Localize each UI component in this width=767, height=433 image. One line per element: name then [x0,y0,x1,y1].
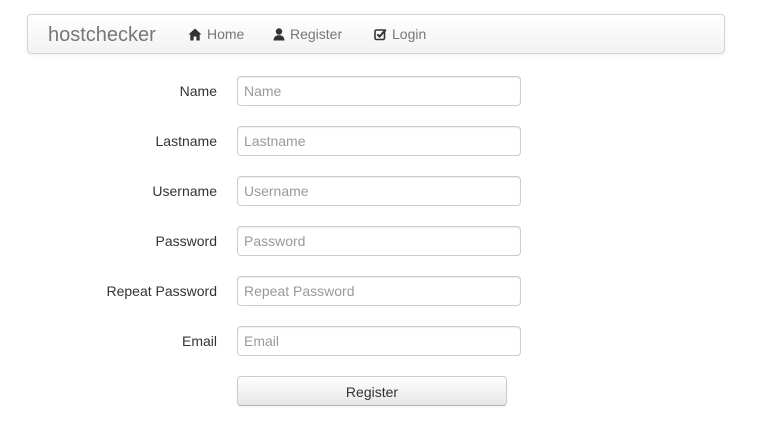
repeat-password-label: Repeat Password [106,283,217,299]
navbar: hostchecker Home Register Login [27,14,725,54]
repeat-password-input[interactable] [237,276,521,306]
username-input[interactable] [237,176,521,206]
check-icon [374,28,392,41]
form-row-repeat-password: Repeat Password [0,276,767,306]
lastname-label: Lastname [155,133,217,149]
nav-home-link[interactable]: Home [188,15,244,53]
nav-register-label: Register [290,26,343,42]
email-label: Email [181,333,217,349]
lastname-input[interactable] [237,126,521,156]
form-row-name: Name [0,76,767,106]
nav-register-link[interactable]: Register [273,15,342,53]
name-input[interactable] [237,76,521,106]
home-icon [188,28,207,41]
form-row-email: Email [0,326,767,356]
form-row-password: Password [0,226,767,256]
nav-home-label: Home [207,26,245,42]
user-icon [273,27,290,41]
password-input[interactable] [237,226,521,256]
email-input[interactable] [237,326,521,356]
form-row-lastname: Lastname [0,126,767,156]
register-button[interactable]: Register [237,376,507,406]
password-label: Password [155,233,217,249]
form-row-username: Username [0,176,767,206]
nav-login-link[interactable]: Login [374,15,426,53]
name-label: Name [179,83,217,99]
username-label: Username [152,183,217,199]
nav-login-label: Login [392,26,427,42]
brand-link[interactable]: hostchecker [48,24,156,46]
